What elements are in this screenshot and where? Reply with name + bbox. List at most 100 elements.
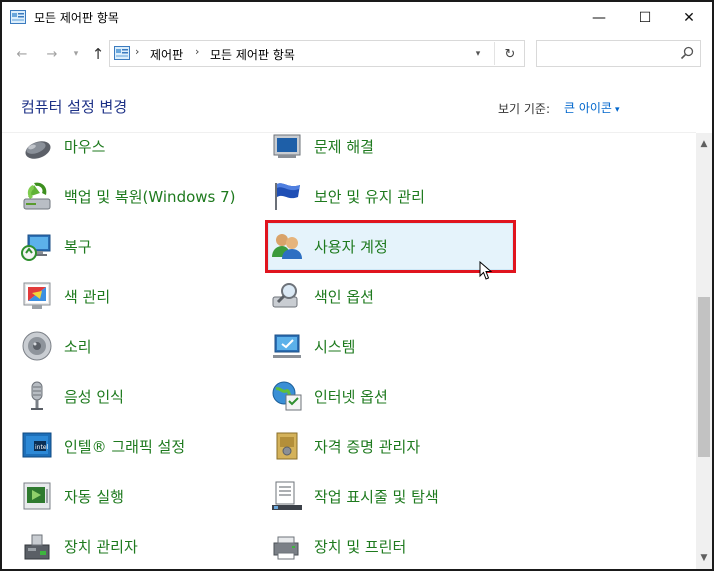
item-label: 색인 옵션 xyxy=(314,287,374,306)
autoplay-icon xyxy=(20,479,54,513)
vertical-scrollbar[interactable]: ▲ ▼ xyxy=(696,133,712,569)
indexing-options-icon xyxy=(270,279,304,313)
window-title: 모든 제어판 항목 xyxy=(34,11,119,25)
item-backup-restore[interactable]: 백업 및 복원(Windows 7) xyxy=(20,175,260,217)
breadcrumb-all-items[interactable]: 모든 제어판 항목 xyxy=(210,46,295,63)
microphone-icon xyxy=(20,379,54,413)
search-box[interactable] xyxy=(536,40,701,67)
item-speech-recognition[interactable]: 음성 인식 xyxy=(20,375,260,417)
search-icon[interactable] xyxy=(680,46,694,60)
chevron-down-icon: ▼ xyxy=(700,553,708,563)
item-device-manager[interactable]: 장치 관리자 xyxy=(20,525,260,567)
item-system[interactable]: 시스템 xyxy=(270,325,510,367)
breadcrumb-separator: › xyxy=(195,45,200,58)
item-label: 문제 해결 xyxy=(314,137,374,156)
security-maintenance-flag-icon xyxy=(270,179,304,213)
item-label: 자격 증명 관리자 xyxy=(314,437,421,456)
item-recovery[interactable]: 복구 xyxy=(20,225,260,267)
svg-text:intel: intel xyxy=(35,444,49,451)
item-troubleshooting[interactable]: 문제 해결 xyxy=(270,125,510,167)
caret-down-icon: ▾ xyxy=(614,105,620,115)
up-button[interactable]: ↑ xyxy=(88,42,108,66)
minimize-button[interactable]: — xyxy=(576,2,622,34)
breadcrumb-control-panel[interactable]: 제어판 xyxy=(150,46,183,63)
item-label: 인텔® 그래픽 설정 xyxy=(64,437,186,456)
view-by-dropdown[interactable]: 큰 아이콘 ▾ xyxy=(564,99,620,116)
backup-restore-icon xyxy=(20,179,54,213)
item-label: 색 관리 xyxy=(64,287,111,306)
item-label: 소리 xyxy=(64,337,92,356)
close-button[interactable]: ✕ xyxy=(666,2,712,34)
item-mouse[interactable]: 마우스 xyxy=(20,125,260,167)
item-label: 장치 관리자 xyxy=(64,537,138,556)
item-label: 보안 및 유지 관리 xyxy=(314,187,425,206)
chevron-down-icon: ▾ xyxy=(73,49,79,59)
item-credential-manager[interactable]: 자격 증명 관리자 xyxy=(270,425,510,467)
chevron-up-icon: ▲ xyxy=(700,139,708,149)
recovery-icon xyxy=(20,229,54,263)
internet-options-icon xyxy=(270,379,304,413)
item-taskbar-navigation[interactable]: 작업 표시줄 및 탐색 xyxy=(270,475,510,517)
scroll-down-button[interactable]: ▼ xyxy=(696,551,712,565)
device-manager-icon xyxy=(20,529,54,563)
item-sound[interactable]: 소리 xyxy=(20,325,260,367)
navigation-bar: ← → ▾ ↑ › 제어판 › 모든 제어판 항목 ▾ ↻ xyxy=(2,38,712,70)
address-bar[interactable]: › 제어판 › 모든 제어판 항목 ▾ ↻ xyxy=(109,40,525,67)
recent-locations-button[interactable]: ▾ xyxy=(66,42,86,66)
refresh-button[interactable]: ↻ xyxy=(498,44,522,64)
mouse-cursor-icon xyxy=(479,261,493,280)
item-devices-printers[interactable]: 장치 및 프린터 xyxy=(270,525,510,567)
item-autoplay[interactable]: 자동 실행 xyxy=(20,475,260,517)
item-label: 시스템 xyxy=(314,337,356,356)
forward-button[interactable]: → xyxy=(42,42,62,66)
mouse-icon xyxy=(20,129,54,163)
item-label: 자동 실행 xyxy=(64,487,124,506)
back-button[interactable]: ← xyxy=(12,42,32,66)
title-bar[interactable]: 모든 제어판 항목 — ☐ ✕ xyxy=(2,2,712,34)
search-input[interactable] xyxy=(541,44,671,63)
item-security-maintenance[interactable]: 보안 및 유지 관리 xyxy=(270,175,510,217)
control-panel-icon xyxy=(10,10,26,24)
address-dropdown-button[interactable]: ▾ xyxy=(468,45,488,63)
item-label: 음성 인식 xyxy=(64,387,124,406)
item-user-accounts[interactable]: 사용자 계정 xyxy=(270,225,510,267)
control-panel-window: 모든 제어판 항목 — ☐ ✕ ← → ▾ ↑ › 제어판 › 모든 제어판 항… xyxy=(0,0,714,571)
scroll-thumb[interactable] xyxy=(698,297,710,457)
item-color-management[interactable]: 색 관리 xyxy=(20,275,260,317)
sound-speaker-icon xyxy=(20,329,54,363)
arrow-up-icon: ↑ xyxy=(91,45,105,63)
minimize-icon: — xyxy=(592,10,606,26)
item-label: 사용자 계정 xyxy=(314,237,388,256)
item-label: 장치 및 프린터 xyxy=(314,537,407,556)
arrow-left-icon: ← xyxy=(16,46,28,62)
item-label: 마우스 xyxy=(64,137,106,156)
item-label: 복구 xyxy=(64,237,92,256)
arrow-right-icon: → xyxy=(46,46,58,62)
view-by-value: 큰 아이콘 xyxy=(564,101,612,115)
item-label: 인터넷 옵션 xyxy=(314,387,388,406)
item-label: 작업 표시줄 및 탐색 xyxy=(314,487,439,506)
control-panel-icon xyxy=(114,46,130,60)
maximize-icon: ☐ xyxy=(638,10,652,26)
troubleshooting-icon xyxy=(270,129,304,163)
item-intel-graphics[interactable]: intel 인텔® 그래픽 설정 xyxy=(20,425,260,467)
system-monitor-icon xyxy=(270,329,304,363)
view-by-label: 보기 기준: xyxy=(498,102,551,116)
item-label: 백업 및 복원(Windows 7) xyxy=(64,187,236,206)
intel-graphics-icon: intel xyxy=(20,429,54,463)
color-management-icon xyxy=(20,279,54,313)
item-internet-options[interactable]: 인터넷 옵션 xyxy=(270,375,510,417)
chevron-down-icon: ▾ xyxy=(475,49,481,59)
taskbar-navigation-icon xyxy=(270,479,304,513)
address-divider xyxy=(494,42,495,65)
devices-printers-icon xyxy=(270,529,304,563)
scroll-up-button[interactable]: ▲ xyxy=(696,137,712,151)
credential-manager-icon xyxy=(270,429,304,463)
breadcrumb-separator: › xyxy=(135,45,140,58)
maximize-button[interactable]: ☐ xyxy=(622,2,668,34)
user-accounts-icon xyxy=(270,229,304,263)
close-icon: ✕ xyxy=(683,10,695,26)
refresh-icon: ↻ xyxy=(504,46,516,62)
item-indexing-options[interactable]: 색인 옵션 xyxy=(270,275,510,317)
page-title: 컴퓨터 설정 변경 xyxy=(21,98,128,116)
